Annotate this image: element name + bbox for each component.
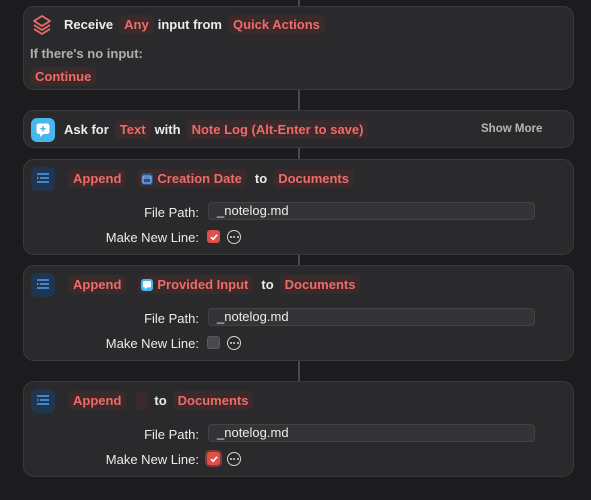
file-path-field[interactable]: _notelog.md bbox=[208, 308, 535, 326]
append-destination-pill[interactable]: Documents bbox=[279, 275, 361, 294]
append-card[interactable]: Append Provided Input to Documents File … bbox=[23, 265, 574, 361]
no-input-action-pill[interactable]: Continue bbox=[30, 67, 97, 86]
append-variable-empty-pill[interactable] bbox=[136, 391, 149, 410]
make-new-line-checkbox[interactable] bbox=[207, 336, 220, 349]
append-verb-pill[interactable]: Append bbox=[68, 275, 127, 294]
make-new-line-label: Make New Line: bbox=[105, 452, 199, 467]
file-path-label: File Path: bbox=[144, 311, 199, 326]
append-card[interactable]: Append Creation Date to Documents File P… bbox=[23, 159, 574, 255]
append-destination-pill[interactable]: Documents bbox=[172, 391, 254, 410]
flow-connector bbox=[298, 90, 300, 110]
make-new-line-checkbox[interactable] bbox=[207, 230, 220, 243]
ask-type-pill[interactable]: Text bbox=[114, 120, 151, 139]
calendar-icon bbox=[141, 172, 154, 185]
ask-prompt-pill[interactable]: Note Log (Alt-Enter to save) bbox=[186, 120, 369, 139]
more-options-icon[interactable] bbox=[227, 230, 241, 244]
text-bubble-icon bbox=[31, 118, 55, 142]
no-input-label: If there's no input: bbox=[30, 46, 143, 61]
show-more-button[interactable]: Show More bbox=[481, 123, 542, 135]
receive-row: Receive Any input from Quick Actions bbox=[64, 15, 329, 34]
input-from-label: input from bbox=[157, 17, 222, 32]
append-variable-label: Provided Input bbox=[157, 277, 249, 292]
append-verb-pill[interactable]: Append bbox=[68, 169, 127, 188]
append-verb-pill[interactable]: Append bbox=[68, 391, 127, 410]
receive-input-card[interactable]: Receive Any input from Quick Actions If … bbox=[23, 6, 574, 90]
append-text-icon bbox=[31, 389, 55, 413]
append-text-icon bbox=[31, 167, 55, 191]
text-bubble-icon bbox=[141, 278, 154, 291]
make-new-line-checkbox[interactable] bbox=[207, 452, 220, 465]
make-new-line-label: Make New Line: bbox=[105, 336, 199, 351]
input-source-pill[interactable]: Quick Actions bbox=[227, 15, 325, 34]
append-destination-pill[interactable]: Documents bbox=[273, 169, 354, 188]
file-path-field[interactable]: _notelog.md bbox=[208, 424, 535, 442]
append-to-label: to bbox=[154, 393, 167, 408]
input-type-pill[interactable]: Any bbox=[119, 15, 154, 34]
append-variable-pill[interactable]: Creation Date bbox=[138, 169, 247, 188]
ask-with-label: with bbox=[154, 122, 181, 137]
file-path-label: File Path: bbox=[144, 427, 199, 442]
append-to-label: to bbox=[261, 277, 274, 292]
file-path-field[interactable]: _notelog.md bbox=[208, 202, 535, 220]
ask-for-input-card[interactable]: Ask for Text with Note Log (Alt-Enter to… bbox=[23, 110, 574, 148]
more-options-icon[interactable] bbox=[227, 336, 241, 350]
append-variable-pill[interactable]: Provided Input bbox=[138, 275, 254, 294]
receive-label: Receive bbox=[64, 17, 114, 32]
checkmark-icon bbox=[209, 233, 218, 240]
layers-stack-icon bbox=[30, 13, 54, 37]
flow-connector bbox=[298, 255, 300, 265]
file-path-label: File Path: bbox=[144, 205, 199, 220]
checkmark-icon bbox=[209, 455, 218, 462]
append-card[interactable]: Append to Documents File Path: _notelog.… bbox=[23, 381, 574, 477]
ask-row: Ask for Text with Note Log (Alt-Enter to… bbox=[64, 120, 372, 139]
append-row: Append Creation Date to Documents bbox=[64, 169, 358, 188]
append-text-icon bbox=[31, 273, 55, 297]
shortcut-editor: Receive Any input from Quick Actions If … bbox=[0, 0, 591, 500]
no-input-action-row: Continue bbox=[26, 67, 100, 86]
flow-connector bbox=[298, 148, 300, 159]
ask-for-label: Ask for bbox=[64, 122, 109, 137]
make-new-line-label: Make New Line: bbox=[105, 230, 199, 245]
more-options-icon[interactable] bbox=[227, 452, 241, 466]
append-variable-label: Creation Date bbox=[157, 171, 242, 186]
flow-connector bbox=[298, 361, 300, 381]
append-row: Append to Documents bbox=[64, 391, 257, 410]
append-row: Append Provided Input to Documents bbox=[64, 275, 364, 294]
no-input-row: If there's no input: bbox=[30, 46, 143, 61]
append-to-label: to bbox=[254, 171, 268, 186]
